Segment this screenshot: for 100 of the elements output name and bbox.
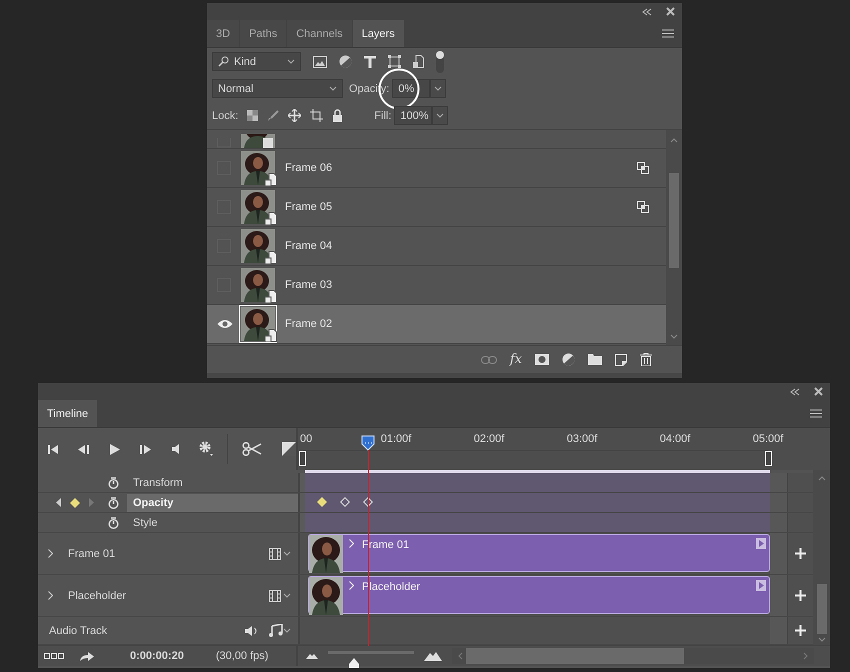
add-icon[interactable] (795, 625, 806, 636)
artboard-icon[interactable] (310, 109, 324, 122)
scrollbar[interactable] (813, 470, 830, 645)
film-icon[interactable] (269, 590, 281, 602)
smart-object-icon (265, 212, 277, 225)
add-icon[interactable] (795, 548, 806, 559)
slider-thumb[interactable] (348, 658, 359, 668)
adjustment-layer-icon[interactable] (562, 353, 575, 366)
scroll-thumb[interactable] (669, 173, 679, 268)
filter-dropdown[interactable]: Kind (212, 52, 301, 71)
play-icon[interactable] (756, 538, 766, 549)
layer-row[interactable]: Frame 02 (207, 305, 666, 344)
scroll-up-icon[interactable] (818, 476, 826, 481)
work-area-start-handle[interactable] (299, 451, 306, 466)
expand-icon[interactable] (48, 549, 53, 558)
work-area-end-handle[interactable] (765, 451, 772, 466)
panel-tab[interactable]: Timeline (38, 400, 98, 427)
menu-icon[interactable] (662, 29, 674, 38)
keyframe[interactable] (317, 497, 327, 507)
keyframe[interactable] (340, 497, 350, 507)
effects-button[interactable]: fx (510, 352, 522, 367)
caret-icon[interactable] (283, 628, 291, 633)
track-name: Frame 01 (68, 548, 116, 560)
property-label[interactable]: Style (127, 514, 298, 532)
film-icon[interactable] (269, 548, 281, 560)
clip-expand-icon[interactable] (349, 539, 354, 548)
ruler-label: 05:00f (752, 433, 784, 445)
settings-icon[interactable] (199, 441, 213, 457)
ruler-label: 00 (300, 433, 312, 445)
property-label[interactable]: Transform (127, 474, 298, 492)
layer-row[interactable]: Frame 04 (207, 227, 666, 266)
adjustment-filter-icon[interactable] (339, 55, 352, 68)
opacity-field[interactable]: 0% (392, 79, 430, 98)
stopwatch-icon[interactable] (108, 496, 119, 508)
trash-icon[interactable] (640, 353, 652, 366)
new-layer-icon[interactable] (615, 354, 627, 366)
panel-tab[interactable]: Paths (240, 20, 286, 47)
lock-icon[interactable] (332, 109, 344, 122)
speaker-icon[interactable] (245, 626, 259, 636)
fill-dropdown-button[interactable] (432, 106, 448, 125)
scroll-thumb[interactable] (466, 648, 684, 664)
menu-icon[interactable] (810, 409, 822, 418)
blend-mode-dropdown[interactable]: Normal (212, 79, 343, 98)
keyframe[interactable] (363, 497, 373, 507)
move-icon[interactable] (288, 109, 302, 122)
panel-tab[interactable]: Channels (287, 20, 352, 47)
lock-pixels-icon[interactable] (247, 110, 258, 121)
panel-tab[interactable]: Layers (352, 20, 404, 47)
first-frame-icon[interactable] (48, 444, 58, 454)
eye-icon[interactable] (217, 319, 233, 329)
frame-rate: (30,00 fps) (216, 650, 268, 662)
time-ruler[interactable]: 00 01:00f 02:00f 03:00f 04:00f 05:00f (298, 428, 830, 470)
expand-icon[interactable] (48, 591, 53, 600)
transition-icon[interactable] (282, 442, 296, 456)
opacity-dropdown-button[interactable] (430, 79, 446, 98)
scroll-thumb[interactable] (816, 584, 826, 634)
render-icon[interactable] (80, 651, 94, 661)
brush-icon[interactable] (267, 110, 280, 122)
current-time: 0:00:00:20 (130, 650, 184, 662)
next-frame-icon[interactable] (140, 444, 152, 454)
add-icon[interactable] (795, 590, 806, 601)
folder-icon[interactable] (588, 354, 602, 365)
previous-keyframe-icon[interactable] (56, 498, 61, 507)
mask-icon[interactable] (535, 354, 549, 365)
play-icon[interactable] (110, 444, 120, 454)
collapse-icon[interactable] (790, 388, 800, 396)
zoom-out-icon[interactable] (306, 653, 318, 659)
transform-filter-icon[interactable] (388, 55, 401, 68)
close-icon[interactable] (666, 7, 675, 16)
caret-icon (436, 113, 444, 118)
keyframe-icon[interactable] (70, 498, 80, 508)
search-icon (218, 56, 229, 67)
scroll-up-icon[interactable] (670, 138, 678, 143)
scroll-down-icon[interactable] (818, 637, 826, 642)
layer-row[interactable]: Frame 05 (207, 188, 666, 227)
panel-tab[interactable]: 3D (207, 20, 240, 47)
caret-icon[interactable] (283, 593, 291, 598)
close-icon[interactable] (814, 387, 823, 396)
smart-object-filter-icon[interactable] (413, 55, 424, 68)
collapse-icon[interactable] (642, 8, 652, 16)
frame-animation-icon[interactable] (44, 653, 64, 659)
filter-toggle-icon[interactable] (436, 50, 444, 72)
caret-icon[interactable] (283, 551, 291, 556)
scroll-down-icon[interactable] (670, 334, 678, 339)
fill-field[interactable]: 100% (394, 106, 432, 125)
zoom-in-icon[interactable] (424, 651, 442, 661)
previous-frame-icon[interactable] (78, 444, 90, 454)
speaker-icon[interactable] (172, 444, 179, 454)
stopwatch-icon[interactable] (108, 516, 119, 528)
scrollbar[interactable] (666, 130, 682, 345)
clip-expand-icon[interactable] (349, 581, 354, 590)
play-icon[interactable] (756, 580, 766, 591)
type-filter-icon[interactable] (364, 56, 376, 68)
music-note-icon[interactable] (269, 624, 283, 637)
scissors-icon[interactable] (242, 442, 262, 456)
property-label[interactable]: Opacity (127, 494, 298, 512)
layer-row[interactable]: Frame 06 (207, 149, 666, 188)
stopwatch-icon[interactable] (108, 476, 119, 488)
caret-icon (434, 86, 442, 91)
image-filter-icon[interactable] (313, 56, 327, 68)
